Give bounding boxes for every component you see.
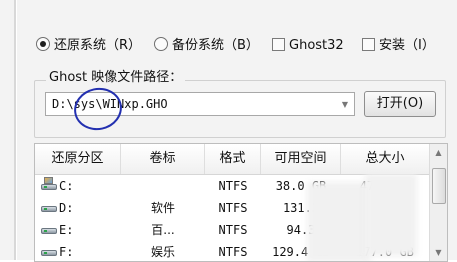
hard-drive-icon [41,225,57,235]
ghost-path-value[interactable]: D:\sys\WINxp.GHO [52,93,168,115]
free-space-cell: 38.0 GB [275,179,327,193]
volume-label: 百... [151,223,175,237]
format-cell: NTFS [218,179,248,193]
backup-system-label: 备份系统（B） [172,38,259,53]
drive-cell: E: [41,219,73,241]
total-size-cell [341,197,429,219]
column-header-format[interactable]: 格式 [205,144,261,174]
ghost-path-combobox[interactable]: D:\sys\WINxp.GHO ▼ [45,92,355,116]
free-space-cell: 131.3 [282,201,320,215]
chevron-down-icon[interactable]: ▼ [337,94,353,114]
open-button[interactable]: 打开(O) [364,91,436,117]
window-frame-edge [14,0,17,260]
table-header: 还原分区 卷标 格式 可用空间 总大小 [35,144,429,175]
drive-cell: C: [41,175,73,197]
table-row[interactable]: F: 娱乐 NTFS 129.4 GB 177.0 GB [35,241,429,261]
radio-button-icon [36,37,50,51]
volume-label [121,175,205,197]
scrollbar-thumb[interactable] [432,168,446,204]
install-label: 安装（I） [379,38,435,53]
free-space-cell: 129.4 GB [272,245,330,259]
drive-letter: E: [59,223,74,237]
ghost32-label: Ghost32 [289,38,344,53]
table-row[interactable]: C: NTFS 38.0 GB 47.0 GB [35,175,429,197]
drive-cell: D: [41,197,73,219]
total-size-cell [341,219,429,241]
free-space-cell: 94.3 [286,223,316,237]
drive-letter: C: [59,179,74,193]
checkbox-icon [272,38,285,51]
radio-button-icon [154,37,168,51]
ghost32-checkbox[interactable]: Ghost32 [272,36,344,56]
backup-system-radio[interactable]: 备份系统（B） [154,36,259,56]
drive-cell: F: [41,241,74,261]
partition-table: 还原分区 卷标 格式 可用空间 总大小 C: NTFS 38.0 GB 47.0… [34,143,448,262]
table-row[interactable]: D: 软件 NTFS 131.3 [35,197,429,219]
table-scrollbar[interactable]: ▲ ▼ [429,144,447,261]
column-header-total-size[interactable]: 总大小 [341,144,429,174]
volume-label: 娱乐 [150,245,175,259]
checkbox-icon [362,38,375,51]
restore-system-radio[interactable]: 还原系统（R） [36,36,141,56]
hard-drive-icon [41,203,57,213]
mode-options: 还原系统（R） 备份系统（B） Ghost32 安装（I） [36,36,446,58]
onekey-ghost-window: 还原系统（R） 备份系统（B） Ghost32 安装（I） Ghost 映像文件… [0,0,457,262]
total-size-cell: 177.0 GB [356,245,414,259]
install-checkbox[interactable]: 安装（I） [362,36,435,56]
format-cell: NTFS [218,201,248,215]
volume-label: 软件 [150,201,175,215]
column-header-restore-partition[interactable]: 还原分区 [35,144,121,174]
ghost-path-group-label: Ghost 映像文件路径： [46,70,186,86]
drive-letter: F: [59,245,74,259]
restore-system-label: 还原系统（R） [54,38,142,53]
scroll-up-icon[interactable]: ▲ [430,144,447,161]
column-header-free-space[interactable]: 可用空间 [261,144,341,174]
system-drive-icon [41,177,57,191]
total-size-cell: 47.0 GB [359,179,411,193]
drive-letter: D: [59,201,74,215]
format-cell: NTFS [218,245,248,259]
scroll-down-icon[interactable]: ▼ [430,244,447,261]
table-row[interactable]: E: 百... NTFS 94.3 [35,219,429,241]
format-cell: NTFS [218,223,248,237]
hard-drive-icon [41,247,57,257]
column-header-label[interactable]: 卷标 [121,144,205,174]
